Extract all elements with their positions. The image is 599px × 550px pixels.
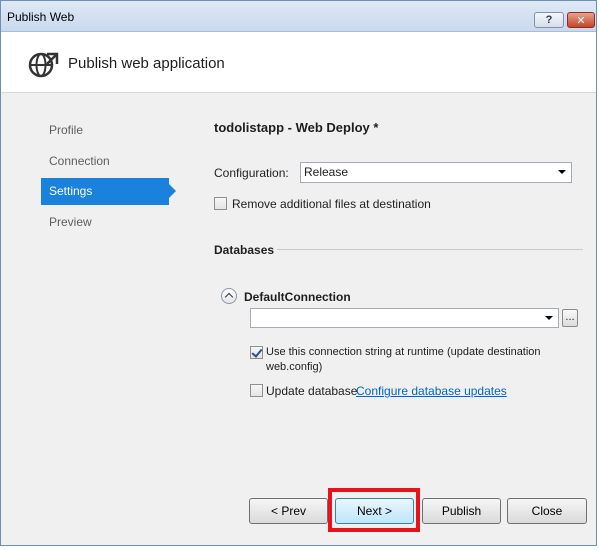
window-title: Publish Web bbox=[7, 10, 75, 24]
publish-button[interactable]: Publish bbox=[422, 498, 501, 524]
browse-connection-button[interactable]: ... bbox=[562, 309, 578, 327]
globe-publish-icon bbox=[28, 52, 59, 78]
close-button[interactable]: Close bbox=[507, 498, 587, 524]
use-connection-label-line1: Use this connection string at runtime (u… bbox=[266, 346, 541, 358]
nav-item-label: Settings bbox=[49, 184, 93, 198]
chevron-down-icon bbox=[558, 170, 566, 174]
configuration-value: Release bbox=[304, 165, 349, 179]
configuration-label: Configuration: bbox=[214, 166, 289, 180]
close-window-button[interactable]: ✕ bbox=[567, 12, 595, 28]
nav-item-settings[interactable]: Settings bbox=[41, 178, 176, 205]
configuration-dropdown[interactable]: Release bbox=[300, 162, 572, 183]
nav-item-label: Preview bbox=[49, 215, 92, 229]
update-database-checkbox[interactable] bbox=[250, 384, 263, 397]
chevron-up-icon bbox=[224, 292, 234, 302]
dialog-heading: Publish web application bbox=[68, 55, 225, 72]
databases-section-label: Databases bbox=[214, 243, 275, 257]
use-connection-checkbox[interactable] bbox=[250, 346, 263, 359]
configure-database-updates-link[interactable]: Configure database updates bbox=[356, 384, 507, 398]
connection-name: DefaultConnection bbox=[244, 290, 351, 304]
section-divider bbox=[277, 249, 583, 250]
publish-web-dialog: Publish Web ? ✕ Publish web application … bbox=[0, 0, 597, 546]
nav-item-label: Profile bbox=[49, 123, 84, 137]
active-indicator-arrow bbox=[169, 184, 176, 198]
dialog-body: Profile Connection Settings Preview todo… bbox=[1, 93, 596, 545]
prev-button[interactable]: < Prev bbox=[249, 498, 328, 524]
profile-name: todolistapp - Web Deploy * bbox=[214, 120, 379, 135]
nav-item-label: Connection bbox=[49, 154, 110, 168]
nav-item-profile[interactable]: Profile bbox=[41, 117, 169, 144]
next-button-highlight bbox=[328, 488, 420, 532]
nav-item-preview[interactable]: Preview bbox=[41, 209, 169, 236]
use-connection-label-line2: web.config) bbox=[266, 361, 323, 373]
update-database-label: Update database bbox=[266, 384, 358, 398]
connection-string-combobox[interactable] bbox=[250, 308, 559, 328]
collapse-connection-button[interactable] bbox=[221, 288, 237, 304]
remove-files-label: Remove additional files at destination bbox=[232, 197, 431, 211]
dialog-header: Publish web application bbox=[1, 32, 596, 93]
checkmark-icon bbox=[251, 346, 263, 358]
help-button[interactable]: ? bbox=[534, 12, 564, 28]
nav-item-connection[interactable]: Connection bbox=[41, 148, 169, 175]
remove-files-checkbox[interactable] bbox=[214, 197, 227, 210]
chevron-down-icon bbox=[545, 316, 553, 320]
title-bar: Publish Web ? ✕ bbox=[1, 1, 596, 32]
